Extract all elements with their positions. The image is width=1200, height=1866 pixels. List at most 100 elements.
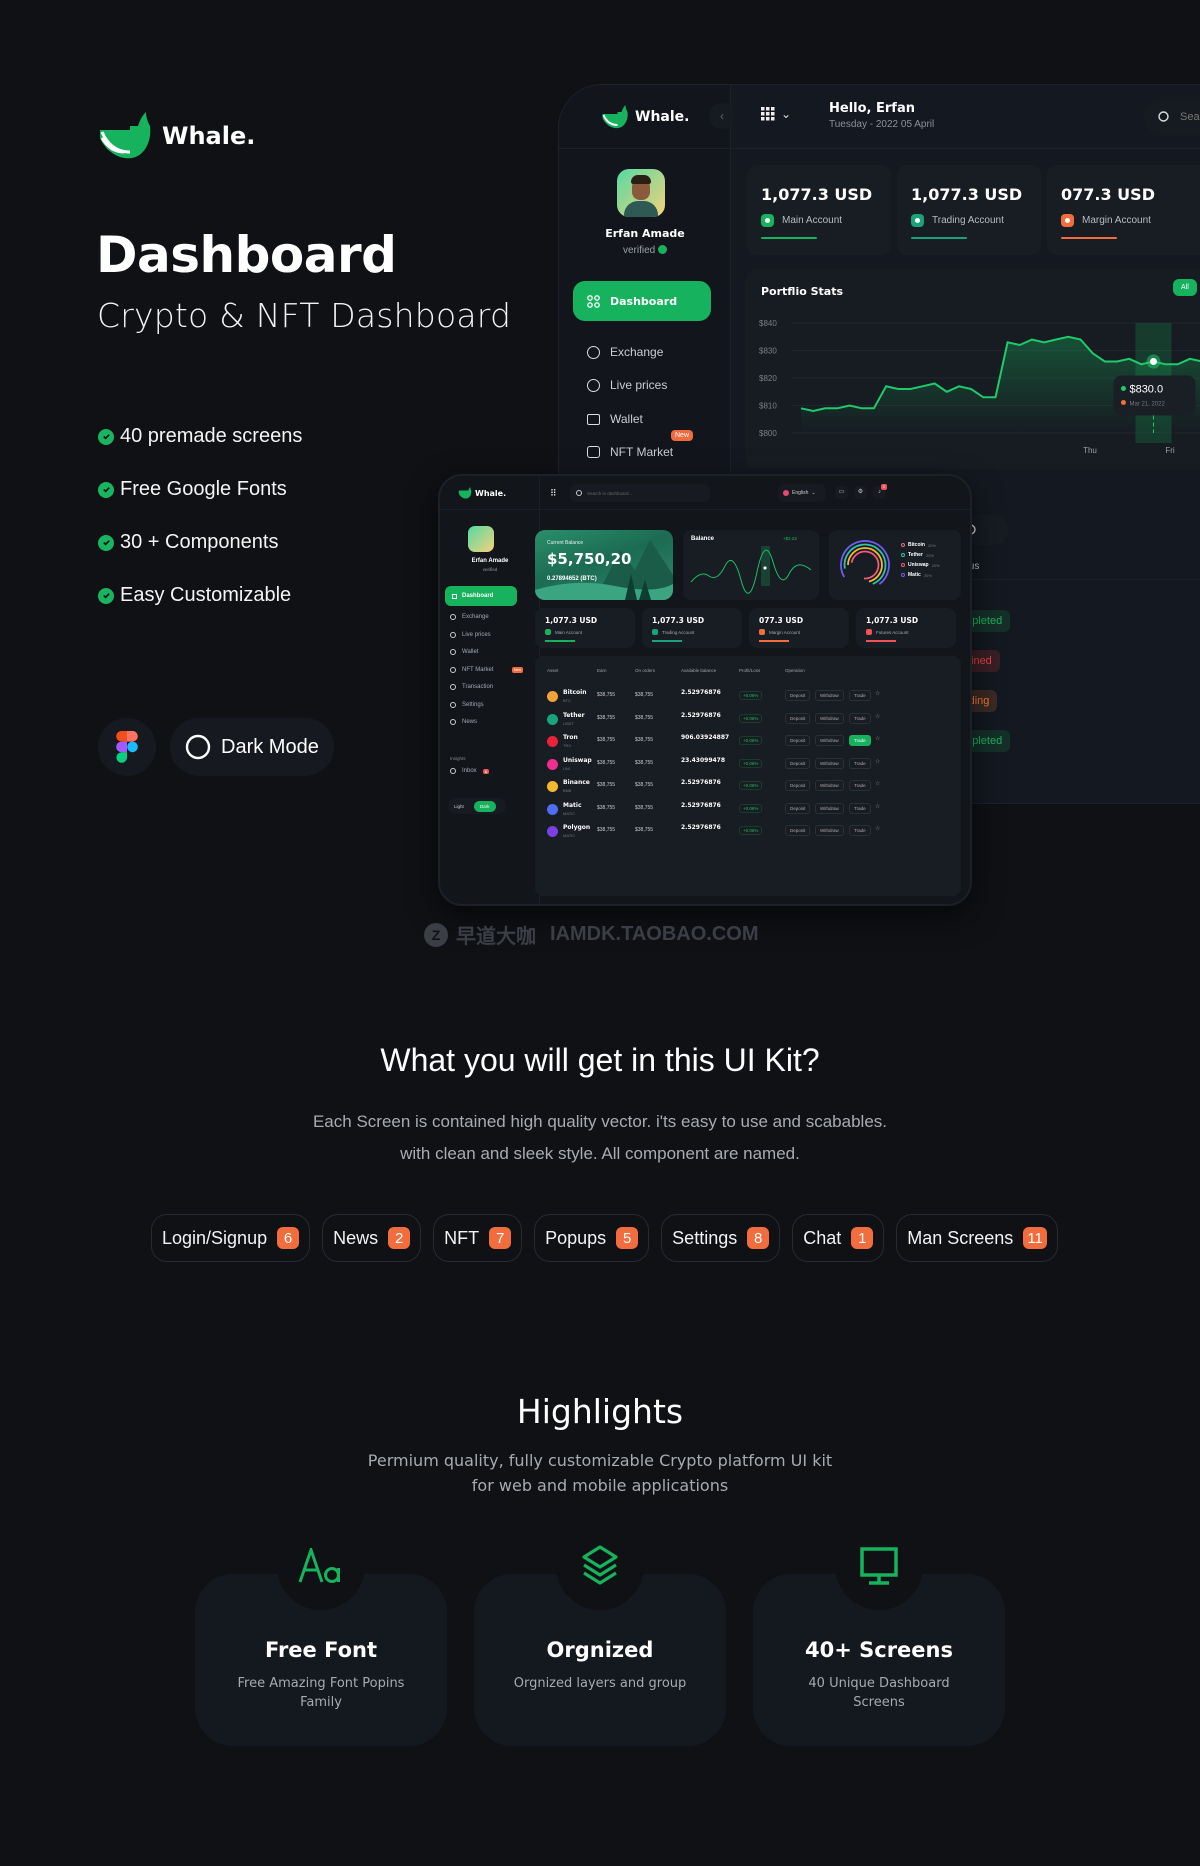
star-icon[interactable]: ☆: [875, 780, 880, 787]
wallet-icon: [450, 649, 456, 655]
trade-button[interactable]: Trade: [849, 735, 871, 746]
category-chip[interactable]: Popups 5: [534, 1214, 650, 1262]
trade-button[interactable]: Trade: [849, 802, 871, 814]
mock-logo: Whale.: [601, 105, 689, 129]
chip-label: Settings: [672, 1227, 738, 1248]
sidebar-item-exchange[interactable]: Exchange: [587, 345, 663, 359]
greeting: Hello, Erfan Tuesday - 2022 05 April: [829, 101, 935, 130]
category-chip[interactable]: Man Screens 11: [896, 1214, 1058, 1262]
star-icon[interactable]: ☆: [875, 825, 880, 832]
withdraw-button[interactable]: Withdraw: [815, 690, 844, 701]
sidebar-item[interactable]: Transaction: [450, 684, 493, 690]
deposit-button[interactable]: Deposit: [785, 712, 811, 724]
sidebar-item[interactable]: NFT Market: [450, 666, 494, 673]
language-selector[interactable]: English ⌄: [778, 484, 826, 502]
category-chip[interactable]: News 2: [322, 1214, 422, 1262]
withdraw-button[interactable]: Withdraw: [815, 802, 844, 814]
column-header[interactable]: Earn: [597, 668, 607, 673]
star-icon[interactable]: ☆: [875, 803, 880, 810]
sidebar-item[interactable]: Wallet: [450, 649, 478, 655]
feature-item: 30 + Components: [98, 516, 302, 569]
feature-item: Easy Customizable: [98, 569, 302, 622]
coin-icon: [547, 803, 558, 815]
withdraw-button[interactable]: Withdraw: [815, 712, 844, 724]
x-tick-label: Thu: [1083, 446, 1097, 455]
sidebar-item[interactable]: Live prices: [450, 631, 491, 638]
search-input[interactable]: Search: [1144, 99, 1200, 135]
chip-label: Popups: [545, 1227, 607, 1248]
withdraw-button[interactable]: Withdraw: [815, 780, 844, 791]
coin-icon: [547, 736, 558, 747]
highlight-card-font: Free Font Free Amazing Font Popins Famil…: [195, 1522, 447, 1746]
insights-label: Insights: [450, 756, 466, 761]
collapse-sidebar-button[interactable]: ‹: [709, 103, 735, 129]
star-icon[interactable]: ☆: [875, 758, 880, 765]
sidebar-item-inbox[interactable]: Inbox 8: [450, 768, 489, 774]
figma-icon: [116, 731, 138, 763]
highlights-title: Highlights: [516, 1392, 684, 1431]
category-chip[interactable]: Chat 1: [792, 1214, 885, 1262]
apps-menu-button[interactable]: ⌄: [761, 107, 791, 121]
dark-mode-button[interactable]: Dark Mode: [170, 718, 334, 776]
deposit-button[interactable]: Deposit: [785, 690, 811, 701]
chevron-down-icon: ⌄: [781, 107, 792, 121]
balance-sparkline: [690, 546, 812, 594]
withdraw-button[interactable]: Withdraw: [815, 757, 844, 769]
column-header[interactable]: Operation: [785, 668, 805, 673]
chip-count-badge: 5: [616, 1227, 639, 1249]
column-header[interactable]: Asset: [547, 668, 558, 673]
star-icon[interactable]: ☆: [875, 735, 880, 742]
avatar[interactable]: [468, 526, 494, 552]
category-chip[interactable]: Settings 8: [661, 1214, 781, 1262]
mock-logo: Whale.: [458, 487, 506, 499]
wallet-icon[interactable]: ▭: [835, 486, 848, 499]
sidebar-item-nft-market[interactable]: NFT Market: [587, 445, 673, 459]
trade-button[interactable]: Trade: [849, 780, 871, 791]
feature-item: Free Google Fonts: [98, 463, 302, 516]
coin-icon: [547, 781, 558, 792]
theme-toggle[interactable]: Light Dark: [448, 798, 506, 814]
legend-dot: [901, 543, 905, 547]
column-header[interactable]: Profit/Loss: [739, 668, 760, 673]
sidebar-item-live-prices[interactable]: Live prices: [587, 378, 667, 392]
column-header[interactable]: Available balance: [681, 668, 716, 673]
category-chip[interactable]: Login/Signup 6: [151, 1214, 311, 1262]
sidebar-item-dashboard[interactable]: Dashboard: [573, 281, 711, 321]
hero-subtitle: Crypto & NFT Dashboard: [97, 296, 512, 335]
sidebar-item[interactable]: News: [450, 719, 477, 725]
deposit-button[interactable]: Deposit: [785, 802, 811, 814]
sidebar-item-wallet[interactable]: Wallet: [587, 412, 643, 426]
category-chip[interactable]: NFT 7: [433, 1214, 523, 1262]
figma-button[interactable]: [98, 718, 156, 776]
chip-label: Chat: [803, 1227, 842, 1248]
legend-dot: [901, 573, 905, 577]
search-input[interactable]: Search in dashboard...: [570, 484, 710, 502]
sidebar-item[interactable]: Exchange: [450, 614, 489, 620]
deposit-button[interactable]: Deposit: [785, 825, 811, 836]
withdraw-button[interactable]: Withdraw: [815, 735, 844, 746]
moon-icon: [185, 734, 211, 760]
chip-count-badge: 1: [851, 1227, 874, 1249]
trade-button[interactable]: Trade: [849, 712, 871, 724]
column-header[interactable]: On orders: [635, 668, 655, 673]
trade-button[interactable]: Trade: [849, 690, 871, 701]
tooltip-date: Mar 21, 2022: [1129, 402, 1165, 408]
live-prices-icon: [450, 631, 456, 638]
trade-button[interactable]: Trade: [849, 757, 871, 769]
exchange-icon: [587, 345, 600, 359]
sidebar-item[interactable]: Settings: [450, 701, 484, 708]
watermark: Z 早道大咖 IAMDK.TAOBAO.COM: [424, 920, 759, 949]
withdraw-button[interactable]: Withdraw: [815, 825, 844, 836]
deposit-button[interactable]: Deposit: [785, 735, 811, 746]
grid-icon[interactable]: ⠿: [550, 488, 557, 499]
star-icon[interactable]: ☆: [875, 690, 880, 697]
deposit-button[interactable]: Deposit: [785, 757, 811, 769]
highlight-point: [1149, 358, 1157, 365]
deposit-button[interactable]: Deposit: [785, 780, 811, 791]
avatar[interactable]: [617, 169, 665, 217]
star-icon[interactable]: ☆: [875, 713, 880, 720]
settings-icon[interactable]: ⚙: [854, 486, 867, 499]
legend-dot: [901, 553, 905, 557]
trade-button[interactable]: Trade: [849, 825, 871, 836]
sidebar-item-dashboard[interactable]: Dashboard: [445, 586, 517, 606]
